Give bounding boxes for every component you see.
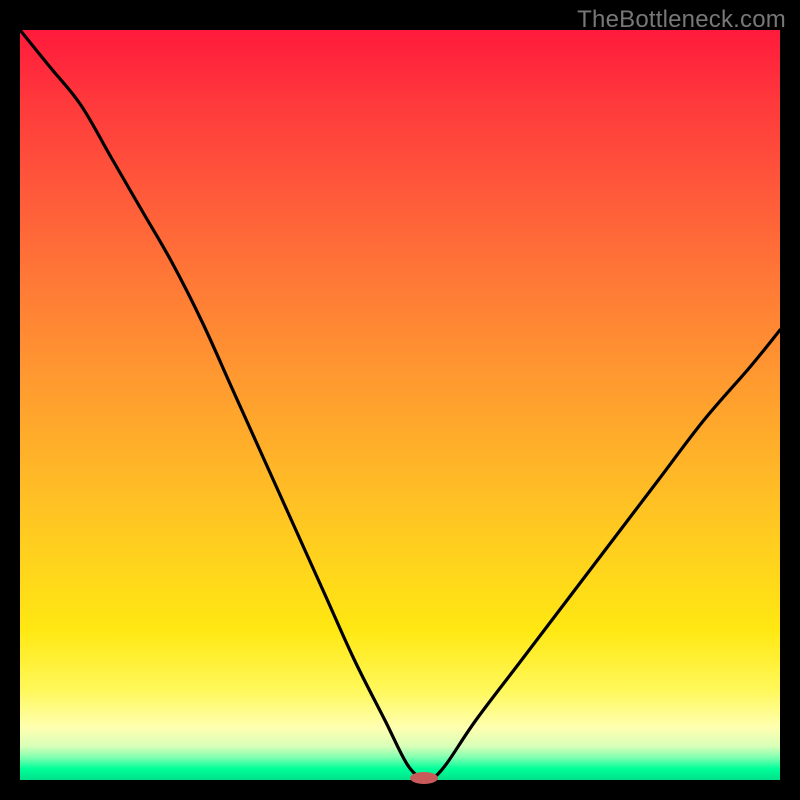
bottleneck-curve [20, 30, 780, 780]
optimum-marker [410, 772, 438, 784]
watermark-text: TheBottleneck.com [577, 6, 786, 34]
chart-frame: TheBottleneck.com [0, 0, 800, 800]
chart-plot-area [20, 30, 780, 780]
